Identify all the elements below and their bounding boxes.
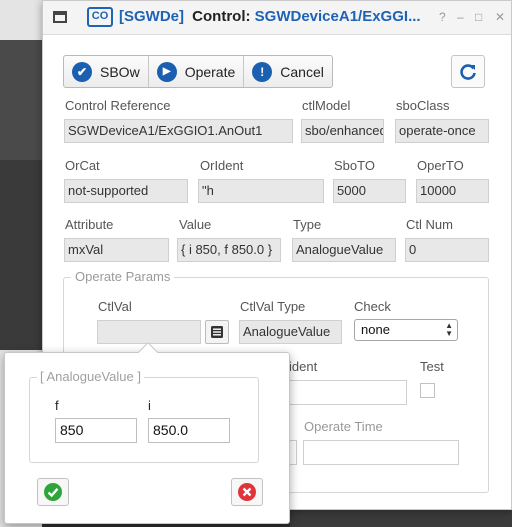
maximize-button[interactable]: □: [475, 10, 482, 24]
ctl-model-field: sbo/enhanced: [301, 119, 384, 143]
test-label: Test: [420, 359, 444, 374]
play-icon: ▶: [156, 61, 177, 82]
operate-button[interactable]: ▶ Operate: [149, 56, 245, 87]
discard-button[interactable]: [231, 478, 263, 506]
control-reference-field: SGWDeviceA1/ExGGIO1.AnOut1: [64, 119, 293, 143]
sbow-button[interactable]: ✔ SBOw: [64, 56, 149, 87]
check-label: Check: [354, 299, 391, 314]
operate-time-label: Operate Time: [304, 419, 383, 434]
oper-to-label: OperTO: [417, 158, 464, 173]
attribute-field: mxVal: [64, 238, 169, 262]
action-toolbar: ✔ SBOw ▶ Operate ! Cancel: [63, 55, 333, 88]
list-icon: [211, 326, 223, 338]
ctl-val-edit-button[interactable]: [205, 320, 229, 344]
f-input[interactable]: 850: [55, 418, 137, 443]
sbo-to-field: 5000: [333, 179, 406, 203]
ctl-val-type-label: CtlVal Type: [240, 299, 306, 314]
check-icon: ✔: [72, 61, 92, 82]
ctl-num-label: Ctl Num: [406, 217, 453, 232]
app-logo: CO: [87, 7, 113, 27]
analogue-value-popup: [ AnalogueValue ] f 850 i 850.0: [4, 352, 290, 524]
confirm-button[interactable]: [37, 478, 69, 506]
background-shape: [0, 160, 42, 350]
operate-time-input[interactable]: [303, 440, 459, 465]
check-select[interactable]: none ▲ ▼: [354, 319, 458, 341]
attribute-label: Attribute: [65, 217, 114, 232]
select-arrows-icon: ▲ ▼: [445, 321, 453, 338]
or-ident-label: OrIdent: [200, 158, 244, 173]
analogue-value-legend: [ AnalogueValue ]: [37, 369, 144, 384]
ctl-model-label: ctlModel: [302, 98, 351, 113]
ctl-val-type-field: AnalogueValue: [239, 320, 342, 344]
close-button[interactable]: ✕: [495, 10, 505, 24]
window-title: [SGWDe] Control: SGWDeviceA1/ExGGI...: [119, 8, 439, 25]
or-cat-field: not-supported: [64, 179, 188, 203]
or-cat-label: OrCat: [65, 158, 100, 173]
cancel-x-icon: [238, 483, 256, 501]
type-field: AnalogueValue: [292, 238, 396, 262]
title-reference: SGWDeviceA1/ExGGI...: [254, 8, 421, 25]
ctl-val-field[interactable]: [97, 320, 201, 344]
background-panel: [290, 510, 512, 527]
or-ident-field: "h: [198, 179, 324, 203]
refresh-button[interactable]: [451, 55, 485, 88]
operate-date-input-edge: [289, 440, 297, 465]
value-label: Value: [179, 217, 212, 232]
ctl-num-field: 0: [405, 238, 489, 262]
orident-param-input[interactable]: [288, 380, 407, 405]
sbow-label: SBOw: [100, 63, 140, 80]
test-checkbox[interactable]: [420, 383, 435, 398]
control-reference-label: Control Reference: [65, 98, 171, 113]
ctl-val-label: CtlVal: [98, 299, 132, 314]
exclamation-icon: !: [252, 61, 273, 82]
minimize-button[interactable]: –: [457, 10, 464, 24]
check-select-value: none: [361, 322, 390, 337]
ok-check-icon: [44, 483, 62, 501]
i-label: i: [148, 398, 151, 413]
sbo-class-label: sboClass: [396, 98, 450, 113]
window-icon: [53, 11, 67, 23]
operate-label: Operate: [184, 63, 236, 80]
orident-param-label: ident: [289, 359, 318, 374]
cancel-button[interactable]: ! Cancel: [244, 56, 332, 87]
title-tag: [SGWDe]: [119, 8, 184, 25]
title-label: Control:: [192, 8, 251, 25]
value-field: { i 850, f 850.0 }: [177, 238, 281, 262]
oper-to-field: 10000: [416, 179, 489, 203]
cancel-label: Cancel: [280, 63, 324, 80]
refresh-icon: [460, 63, 476, 80]
operate-params-legend: Operate Params: [71, 269, 175, 284]
title-bar: CO [SGWDe] Control: SGWDeviceA1/ExGGI...…: [43, 1, 511, 35]
f-label: f: [55, 398, 59, 413]
help-button[interactable]: ?: [439, 10, 446, 24]
background-shape: [0, 40, 42, 160]
sbo-to-label: SboTO: [334, 158, 375, 173]
type-label: Type: [293, 217, 322, 232]
sbo-class-field: operate-once: [395, 119, 489, 143]
i-input[interactable]: 850.0: [148, 418, 230, 443]
